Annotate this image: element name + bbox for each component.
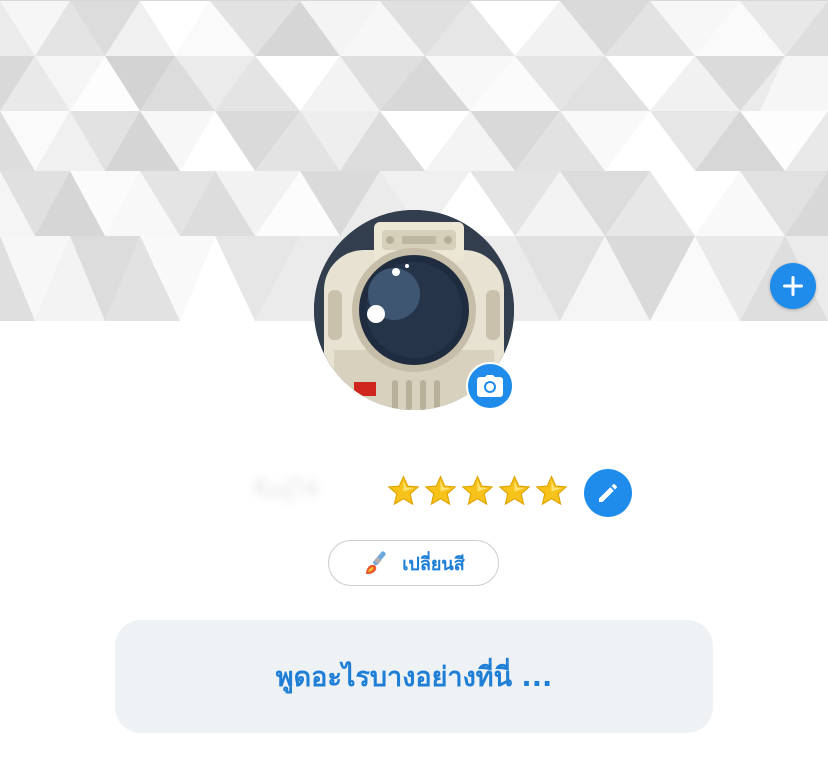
- post-composer[interactable]: พูดอะไรบางอย่างที่นี่ ...: [115, 620, 713, 733]
- rating-stars: [386, 474, 569, 509]
- profile-name-row: ชื่อผู้ใช้: [0, 466, 828, 518]
- star-icon: [386, 474, 421, 509]
- star-icon: [460, 474, 495, 509]
- change-color-label: เปลี่ยนสี: [402, 553, 465, 575]
- paint-brush-icon: [366, 551, 386, 574]
- plus-icon: [783, 276, 803, 296]
- change-avatar-button[interactable]: [466, 362, 514, 410]
- star-icon: [534, 474, 569, 509]
- star-icon: [423, 474, 458, 509]
- pencil-icon: [599, 484, 617, 502]
- profile-name: ชื่อผู้ใช้: [252, 478, 319, 503]
- change-color-button[interactable]: เปลี่ยนสี: [328, 540, 499, 586]
- edit-profile-button[interactable]: [584, 469, 632, 517]
- add-cover-button[interactable]: [770, 263, 816, 309]
- star-icon: [497, 474, 532, 509]
- composer-placeholder: พูดอะไรบางอย่างที่นี่ ...: [275, 662, 553, 693]
- camera-icon: [477, 375, 503, 397]
